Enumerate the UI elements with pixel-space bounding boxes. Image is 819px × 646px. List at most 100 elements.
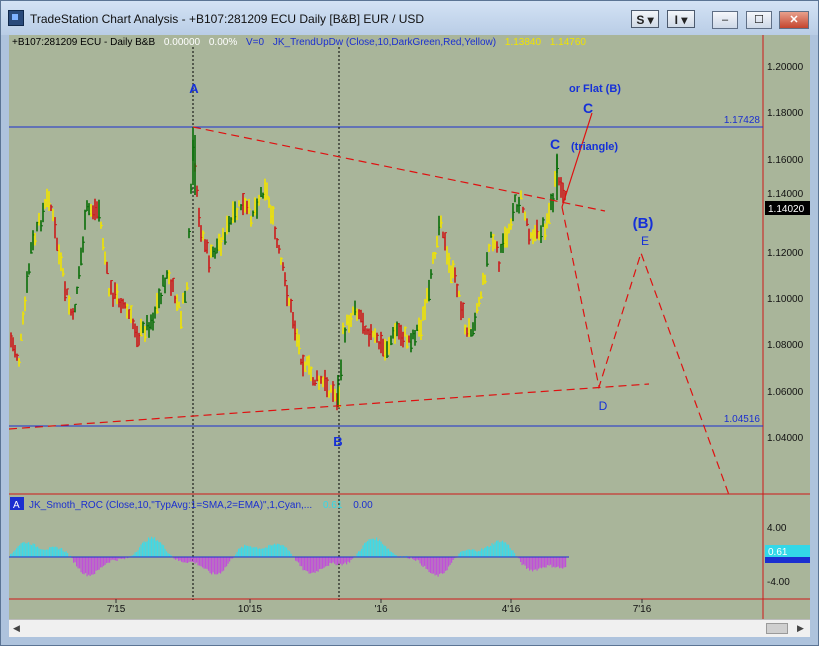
time-tick-4: 4'16 — [502, 604, 521, 615]
oscillator-bar — [275, 544, 277, 557]
oscillator-bar — [554, 557, 556, 568]
time-tick-1: 7'15 — [107, 604, 126, 615]
osc-header-study: JK_Smoth_ROC (Close,10,"TypAvg:1=SMA,2=E… — [29, 500, 312, 511]
osc-badge-label: A — [13, 500, 20, 511]
oscillator-bar — [415, 557, 417, 561]
oscillator-bar — [305, 557, 307, 571]
symbol-menu-button[interactable]: S ▾ — [631, 10, 659, 28]
oscillator-bar — [197, 557, 199, 566]
oscillator-bar — [47, 549, 49, 557]
oscillator-bar — [424, 557, 426, 566]
oscillator-bar — [536, 557, 538, 571]
oscillator-bar — [535, 557, 537, 570]
oscillator-bar — [484, 548, 486, 557]
oscillator-bar — [472, 549, 474, 557]
oscillator-bar — [161, 544, 163, 557]
oscillator-bar — [182, 557, 184, 563]
oscillator-bar — [385, 546, 387, 557]
oscillator-bar — [178, 557, 180, 561]
wave-label-d: D — [599, 399, 608, 413]
oscillator-bar — [347, 557, 349, 562]
oscillator-bar — [326, 557, 328, 566]
oscillator-bar — [461, 550, 463, 557]
oscillator-bar — [224, 557, 226, 568]
chart-canvas[interactable]: A B or Flat (B) C C (triangle) (B) E D 1… — [8, 35, 810, 619]
oscillator-bar — [239, 548, 241, 557]
oscillator-bar — [194, 557, 196, 564]
oscillator-bar — [158, 542, 160, 557]
oscillator-bar — [556, 557, 558, 568]
time-tick-3: '16 — [374, 604, 387, 615]
oscillator-bar — [362, 545, 364, 557]
oscillator-bar — [181, 557, 183, 562]
oscillator-bar — [317, 557, 319, 572]
oscillator-bar — [56, 547, 58, 557]
oscillator-bar — [80, 557, 82, 573]
oscillator-bar — [241, 546, 243, 557]
oscillator-bar — [245, 545, 247, 557]
insert-menu-button[interactable]: I ▾ — [667, 10, 695, 28]
oscillator-bar — [277, 543, 279, 557]
oscillator-bar — [421, 557, 423, 566]
oscillator-bar — [562, 557, 564, 569]
title-bar[interactable]: TradeStation Chart Analysis - +B107:2812… — [1, 1, 818, 35]
oscillator-bar — [283, 545, 285, 557]
oscillator-bar — [526, 557, 528, 569]
osc-header-val2: 0.00 — [353, 500, 373, 511]
scroll-left-icon[interactable]: ◀ — [13, 623, 20, 634]
oscillator-bar — [521, 557, 523, 566]
oscillator-bar — [214, 557, 216, 575]
price-header-val2: 1.14760 — [550, 37, 587, 48]
oscillator-bar — [302, 557, 304, 571]
oscillator-bar — [190, 557, 192, 562]
oscillator-bar — [430, 557, 432, 573]
oscillator-bar — [62, 550, 64, 557]
oscillator-bar — [242, 547, 244, 557]
oscillator-bar — [337, 557, 339, 565]
oscillator-bar — [373, 538, 375, 557]
oscillator-bar — [557, 557, 559, 567]
oscillator-bar — [287, 550, 289, 557]
oscillator-bar — [446, 557, 448, 571]
scroll-thumb[interactable] — [766, 623, 788, 634]
wave-label-a: A — [189, 81, 199, 96]
oscillator-bar — [82, 557, 84, 574]
oscillator-bar — [538, 557, 540, 569]
price-tick-9: 1.04000 — [767, 433, 804, 444]
oscillator-bar — [100, 557, 102, 568]
oscillator-bar — [227, 557, 229, 564]
oscillator-bar — [314, 557, 316, 573]
oscillator-bar — [17, 546, 19, 557]
chart-area[interactable]: A B or Flat (B) C C (triangle) (B) E D 1… — [8, 35, 810, 634]
oscillator-bar — [188, 557, 190, 562]
oscillator-bar — [356, 553, 358, 557]
oscillator-bar — [482, 549, 484, 557]
close-button[interactable]: ✕ — [779, 11, 809, 29]
maximize-button[interactable]: ☐ — [746, 11, 772, 29]
oscillator-bar — [310, 557, 312, 574]
oscillator-bar — [152, 538, 154, 557]
oscillator-bar — [469, 549, 471, 557]
oscillator-bar — [419, 557, 421, 564]
oscillator-bar — [91, 557, 93, 575]
oscillator-bar — [272, 544, 274, 557]
oscillator-bar — [13, 551, 15, 557]
oscillator-bar — [322, 557, 324, 569]
oscillator-bar — [115, 557, 117, 561]
oscillator-bar — [523, 557, 525, 565]
oscillator-bar — [349, 557, 351, 563]
minimize-button[interactable]: – — [712, 11, 738, 29]
oscillator-bar — [490, 545, 492, 557]
oscillator-bar — [220, 557, 222, 574]
oscillator-bar — [263, 548, 265, 557]
oscillator-bar — [185, 557, 187, 563]
oscillator-bar — [262, 548, 264, 557]
oscillator-bar — [256, 547, 258, 557]
horizontal-scrollbar[interactable]: ◀ ▶ — [9, 619, 810, 637]
oscillator-bar — [208, 557, 210, 571]
oscillator-bar — [67, 553, 69, 557]
oscillator-bar — [328, 557, 330, 566]
oscillator-bar — [365, 542, 367, 557]
oscillator-bar — [145, 542, 147, 557]
scroll-right-icon[interactable]: ▶ — [797, 623, 804, 634]
